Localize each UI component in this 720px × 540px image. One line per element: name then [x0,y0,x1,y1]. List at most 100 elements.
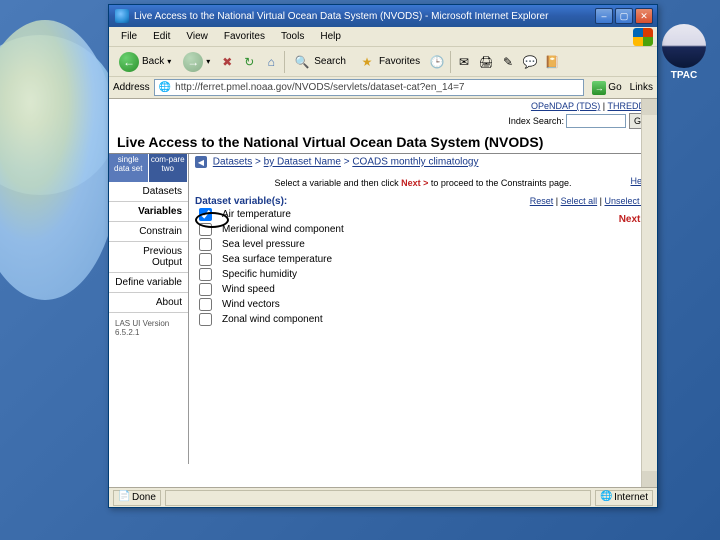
breadcrumb-by-name[interactable]: by Dataset Name [264,157,341,168]
variable-label: Air temperature [222,209,291,220]
variable-label: Sea level pressure [222,239,305,250]
maximize-button[interactable]: ▢ [615,8,633,24]
variables-header: Dataset variable(s): Reset | Select all … [195,196,651,207]
refresh-button[interactable]: ↻ [240,53,258,71]
history-button[interactable]: 🕒 [428,53,446,71]
variable-checkbox[interactable] [199,223,212,236]
variable-checkbox[interactable] [199,238,212,251]
variable-label: Wind speed [222,284,275,295]
print-button[interactable]: 🖨 [477,53,495,71]
select-all-link[interactable]: Select all [561,196,598,206]
nav-constrain[interactable]: Constrain [109,222,188,242]
menu-tools[interactable]: Tools [273,31,312,42]
opendap-link[interactable]: OPeNDAP (TDS) [531,101,600,111]
page-content: OPeNDAP (TDS) | THREDDS Index Search: Li… [109,99,657,487]
go-arrow-icon: → [592,81,606,95]
back-button[interactable]: ← Back ▾ [115,50,175,74]
top-links: OPeNDAP (TDS) | THREDDS [109,99,657,113]
minimize-button[interactable]: – [595,8,613,24]
variable-row: Zonal wind component [195,312,651,327]
home-button[interactable]: ⌂ [262,53,280,71]
reset-link[interactable]: Reset [530,196,554,206]
search-button[interactable]: 🔍 Search [289,51,350,73]
links-label[interactable]: Links [630,82,653,93]
page-title: Live Access to the National Virtual Ocea… [109,131,657,154]
window-title: Live Access to the National Virtual Ocea… [134,11,595,22]
menu-view[interactable]: View [178,31,216,42]
globe-icon: 🌐 [600,491,614,505]
variable-checkbox[interactable] [199,268,212,281]
edit-button[interactable]: ✎ [499,53,517,71]
mail-button[interactable]: ✉ [455,53,473,71]
favorites-button[interactable]: ★ Favorites [354,51,424,73]
variable-label: Sea surface temperature [222,254,332,265]
variable-row: Sea level pressure [195,237,651,252]
left-nav: single data set com-pare two Datasets Va… [109,154,189,464]
variable-row: Wind vectors [195,297,651,312]
variable-label: Meridional wind component [222,224,344,235]
variable-row: Sea surface temperature [195,252,651,267]
address-input[interactable]: 🌐 http://ferret.pmel.noaa.gov/NVODS/serv… [154,79,585,96]
nav-about[interactable]: About [109,293,188,313]
menu-file[interactable]: File [113,31,145,42]
done-icon: 📄 [118,491,132,505]
index-search: Index Search: [109,113,657,131]
las-version: LAS UI Version 6.5.2.1 [109,313,188,343]
search-input[interactable] [566,114,626,128]
variable-checkbox[interactable] [199,313,212,326]
breadcrumb: ◀ Datasets > by Dataset Name > COADS mon… [189,154,657,170]
variable-label: Wind vectors [222,299,280,310]
nav-define-variable[interactable]: Define variable [109,273,188,293]
instruction-text: Select a variable and then click Next > … [189,170,657,192]
variable-row: Specific humidity [195,267,651,282]
variable-checkbox[interactable] [199,298,212,311]
toolbar: ← Back ▾ → ▾ ✖ ↻ ⌂ 🔍 Search ★ Favorites … [109,47,657,77]
variable-list: Air temperature Meridional wind component… [195,207,651,327]
search-icon: 🔍 [293,53,311,71]
variable-checkbox[interactable] [199,253,212,266]
close-button[interactable]: ✕ [635,8,653,24]
breadcrumb-arrow-icon: ◀ [195,156,207,168]
tpac-logo: TPAC [660,24,708,78]
status-bar: 📄 Done 🌐 Internet [109,487,657,507]
breadcrumb-coads[interactable]: COADS monthly climatology [352,157,478,168]
tab-compare-two[interactable]: com-pare two [149,154,189,182]
address-bar: Address 🌐 http://ferret.pmel.noaa.gov/NV… [109,77,657,99]
discuss-button[interactable]: 💬 [521,53,539,71]
status-zone: Internet [614,492,648,503]
forward-button[interactable]: → ▾ [179,50,214,74]
variables-title: Dataset variable(s): [195,196,287,207]
stop-button[interactable]: ✖ [218,53,236,71]
search-label: Index Search: [508,116,564,126]
address-label: Address [113,82,150,93]
menu-bar: File Edit View Favorites Tools Help [109,27,657,47]
nav-variables[interactable]: Variables [109,202,188,222]
variable-label: Specific humidity [222,269,297,280]
scrollbar[interactable] [641,99,657,487]
variable-row: Air temperature [195,207,651,222]
forward-arrow-icon: → [183,52,203,72]
page-icon: 🌐 [159,82,171,93]
menu-favorites[interactable]: Favorites [216,31,273,42]
variable-checkbox[interactable] [199,208,212,221]
status-done: Done [132,492,156,503]
menu-edit[interactable]: Edit [145,31,178,42]
title-bar: Live Access to the National Virtual Ocea… [109,5,657,27]
windows-logo-icon [633,28,653,46]
right-pane: ◀ Datasets > by Dataset Name > COADS mon… [189,154,657,464]
tab-single-dataset[interactable]: single data set [109,154,149,182]
research-button[interactable]: 📔 [543,53,561,71]
browser-window: Live Access to the National Virtual Ocea… [108,4,658,508]
ie-icon [115,9,129,23]
variable-checkbox[interactable] [199,283,212,296]
variable-row: Wind speed [195,282,651,297]
star-icon: ★ [358,53,376,71]
back-arrow-icon: ← [119,52,139,72]
variable-label: Zonal wind component [222,314,323,325]
menu-help[interactable]: Help [312,31,349,42]
go-button[interactable]: → Go [588,80,625,96]
variable-row: Meridional wind component [195,222,651,237]
breadcrumb-datasets[interactable]: Datasets [213,157,252,168]
nav-previous-output[interactable]: Previous Output [109,242,188,273]
nav-datasets[interactable]: Datasets [109,182,188,202]
